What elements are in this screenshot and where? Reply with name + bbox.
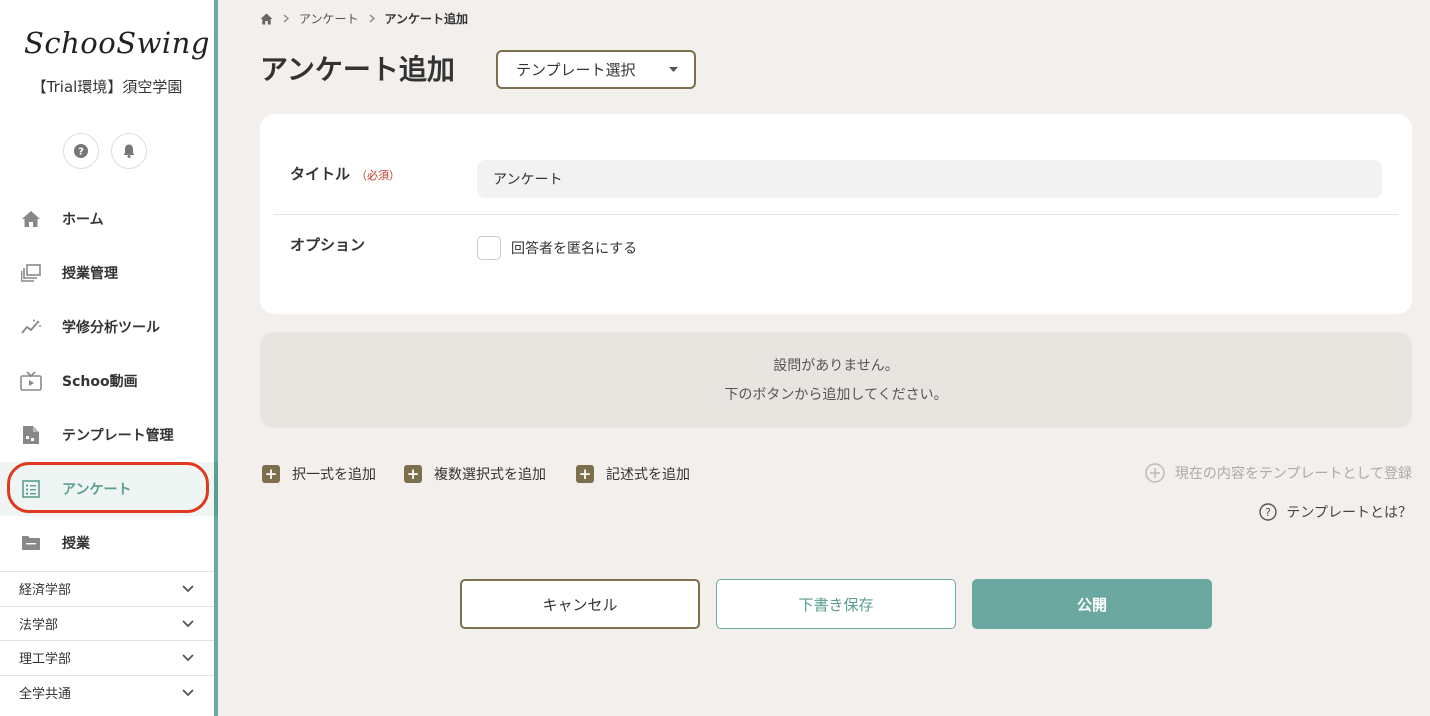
add-free-text-label: 記述式を追加 [606, 467, 690, 483]
title-label-text: タイトル [290, 165, 351, 183]
help-icon: ? [74, 144, 88, 158]
video-icon [20, 370, 42, 392]
title-field-label: タイトル （必須） [290, 163, 400, 184]
analytics-icon [20, 316, 42, 338]
department-label: 法学部 [19, 618, 59, 633]
caret-down-icon [669, 67, 678, 72]
home-icon [20, 208, 42, 230]
sidebar-item-template-management[interactable]: テンプレート管理 [0, 408, 214, 462]
class-management-icon [20, 262, 42, 284]
help-button[interactable]: ? [63, 133, 99, 169]
department-label: 理工学部 [19, 652, 72, 667]
template-select-dropdown[interactable]: テンプレート選択 [496, 50, 696, 89]
sidebar-item-home[interactable]: ホーム [0, 192, 214, 246]
department-label: 全学共通 [19, 687, 72, 702]
chevron-down-icon [182, 584, 194, 592]
sidebar: SchooSwing 【Trial環境】須空学園 ? ホーム 授業管理 学修分析… [0, 0, 218, 716]
svg-text:?: ? [78, 147, 84, 158]
save-draft-button[interactable]: 下書き保存 [716, 579, 956, 629]
department-label: 経済学部 [19, 583, 72, 598]
chevron-down-icon [182, 688, 194, 696]
sidebar-nav: ホーム 授業管理 学修分析ツール Schoo動画 テンプレート管理 アンケート … [0, 192, 218, 570]
department-science-engineering[interactable]: 理工学部 [0, 640, 214, 674]
question-circle-icon: ? [1259, 503, 1278, 521]
title-input[interactable]: アンケート [477, 160, 1382, 198]
plus-icon: + [262, 465, 280, 483]
add-single-choice-button[interactable]: + 択一式を追加 [262, 464, 376, 484]
department-law[interactable]: 法学部 [0, 606, 214, 640]
option-label: オプション [290, 236, 366, 254]
template-select-label: テンプレート選択 [516, 61, 636, 79]
register-as-template-label: 現在の内容をテンプレートとして登録 [1174, 466, 1412, 482]
sidebar-item-class-management[interactable]: 授業管理 [0, 246, 214, 300]
chevron-down-icon [182, 653, 194, 661]
empty-message-line2: 下のボタンから追加してください。 [724, 387, 948, 403]
register-as-template-button[interactable]: 現在の内容をテンプレートとして登録 [1145, 463, 1412, 483]
bell-icon [123, 144, 135, 158]
sidebar-item-label: 学修分析ツール [62, 320, 160, 336]
chevron-right-icon [283, 14, 289, 23]
plus-circle-icon [1145, 463, 1165, 483]
add-multiple-choice-button[interactable]: + 複数選択式を追加 [404, 464, 546, 484]
what-is-template-label: テンプレートとは？ [1286, 505, 1412, 521]
form-divider [274, 214, 1398, 215]
plus-icon: + [404, 465, 422, 483]
sidebar-item-label: 授業管理 [62, 266, 118, 282]
breadcrumb-current: アンケート追加 [384, 12, 469, 26]
chevron-right-icon [369, 14, 375, 23]
required-badge: （必須） [356, 169, 401, 182]
folder-icon [20, 532, 42, 554]
breadcrumb: アンケート アンケート追加 [260, 10, 468, 27]
add-multiple-choice-label: 複数選択式を追加 [434, 467, 546, 483]
questions-empty-state: 設問がありません。 下のボタンから追加してください。 [260, 332, 1412, 428]
anonymous-checkbox[interactable] [477, 236, 501, 260]
page-title: アンケート追加 [260, 53, 455, 86]
cancel-button[interactable]: キャンセル [460, 579, 700, 629]
add-single-choice-label: 択一式を追加 [292, 467, 376, 483]
sidebar-item-video[interactable]: Schoo動画 [0, 354, 214, 408]
what-is-template-link[interactable]: ? テンプレートとは？ [1259, 502, 1412, 522]
plus-icon: + [576, 465, 594, 483]
app-logo[interactable]: SchooSwing [24, 26, 210, 60]
svg-text:?: ? [1265, 506, 1271, 519]
home-icon[interactable] [260, 13, 273, 25]
add-free-text-button[interactable]: + 記述式を追加 [576, 464, 690, 484]
sidebar-item-classes[interactable]: 授業 [0, 516, 214, 570]
notification-button[interactable] [111, 133, 147, 169]
sidebar-item-label: Schoo動画 [62, 374, 138, 390]
anonymous-checkbox-label[interactable]: 回答者を匿名にする [511, 238, 637, 258]
sidebar-item-analytics[interactable]: 学修分析ツール [0, 300, 214, 354]
sidebar-item-label: 授業 [62, 536, 90, 552]
department-common[interactable]: 全学共通 [0, 675, 214, 709]
survey-form-card: タイトル （必須） アンケート オプション 回答者を匿名にする [260, 114, 1412, 314]
breadcrumb-survey-link[interactable]: アンケート [299, 10, 359, 27]
template-icon [20, 424, 42, 446]
chevron-down-icon [182, 619, 194, 627]
empty-message-line1: 設問がありません。 [773, 358, 899, 374]
publish-button[interactable]: 公開 [972, 579, 1212, 629]
department-economics[interactable]: 経済学部 [0, 571, 214, 605]
organization-name: 【Trial環境】須空学園 [31, 78, 183, 96]
survey-highlight-annotation [7, 462, 209, 513]
sidebar-item-label: ホーム [62, 212, 104, 228]
sidebar-item-label: テンプレート管理 [62, 428, 174, 444]
